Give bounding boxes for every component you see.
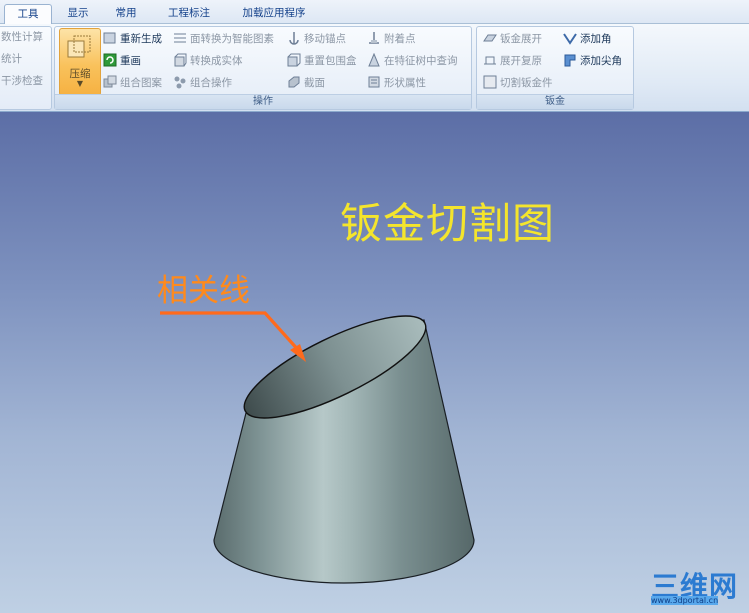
convert-to-solid-label: 转换成实体 — [190, 55, 243, 67]
redraw-label: 重画 — [120, 55, 141, 67]
add-corner-icon — [563, 31, 577, 45]
suppress-icon — [67, 35, 91, 58]
move-anchor-label: 移动锚点 — [304, 33, 346, 45]
sheet-metal-cone-model[interactable] — [0, 112, 749, 613]
combine-operation-label: 组合操作 — [190, 77, 232, 89]
attach-point-label: 附着点 — [384, 33, 416, 45]
shape-properties-button[interactable]: 形状属性 — [367, 74, 426, 92]
sheet-metal-group: 钣金展开 展开复原 切割钣金件 添加角 添加尖角 钣金 — [476, 26, 634, 110]
tab-drawing-annotation[interactable]: 工程标注 — [156, 4, 222, 23]
tree-query-icon — [367, 52, 381, 67]
section-button[interactable]: 截面 — [287, 74, 325, 92]
operations-group-label: 操作 — [55, 94, 471, 109]
convert-to-solid-button[interactable]: 转换成实体 — [173, 52, 243, 70]
combine-operation-button[interactable]: 组合操作 — [173, 74, 232, 92]
sheet-metal-group-label: 钣金 — [477, 94, 633, 109]
interference-check-button[interactable]: 干涉检查 — [1, 72, 43, 90]
redraw-icon — [103, 53, 117, 67]
cut-sheet-metal-button[interactable]: 切割钣金件 — [483, 74, 553, 92]
watermark-logo: 三维网 www.3dportal.cn — [651, 565, 747, 609]
ribbon-panel: 数性计算 统计 干涉检查 压缩 ▼ 重新生成 重画 组合图案 面转换为智能图素 … — [0, 24, 749, 112]
design-viewport[interactable] — [0, 112, 749, 613]
attach-point-button[interactable]: 附着点 — [367, 30, 416, 48]
shape-properties-label: 形状属性 — [384, 77, 426, 89]
operations-group: 压缩 ▼ 重新生成 重画 组合图案 面转换为智能图素 转换成实体 组合操作 移动… — [54, 26, 472, 110]
unfold-restore-button[interactable]: 展开复原 — [483, 52, 542, 70]
cut-sheet-metal-label: 切割钣金件 — [500, 77, 553, 89]
add-corner-button[interactable]: 添加角 — [563, 30, 612, 48]
add-sharp-corner-icon — [563, 53, 577, 67]
combine-pattern-label: 组合图案 — [120, 77, 162, 89]
attach-point-icon — [367, 31, 381, 45]
drawing-title: 钣金切割图 — [340, 199, 556, 248]
section-label: 截面 — [304, 77, 325, 89]
reset-bounding-box-button[interactable]: 重置包围盒 — [287, 52, 357, 70]
ribbon-tab-bar: 工具 显示 常用 工程标注 加载应用程序 — [0, 0, 749, 24]
sheet-unfold-button[interactable]: 钣金展开 — [483, 30, 542, 48]
regenerate-label: 重新生成 — [120, 33, 162, 45]
face-convert-icon — [173, 31, 187, 45]
bounding-box-icon — [287, 53, 301, 67]
restore-icon — [483, 53, 497, 67]
physical-calc-button[interactable]: 数性计算 — [1, 28, 43, 46]
move-anchor-button[interactable]: 移动锚点 — [287, 30, 346, 48]
combine-pattern-icon — [103, 75, 117, 89]
face-to-smart-shape-label: 面转换为智能图素 — [190, 33, 274, 45]
add-corner-label: 添加角 — [580, 33, 612, 45]
convert-solid-icon — [173, 53, 187, 67]
tab-common[interactable]: 常用 — [106, 4, 146, 23]
tab-tools[interactable]: 工具 — [4, 4, 52, 24]
watermark-url: www.3dportal.cn — [651, 596, 719, 605]
tab-display[interactable]: 显示 — [58, 4, 98, 23]
section-icon — [287, 75, 301, 89]
shape-properties-icon — [367, 75, 381, 89]
chevron-down-icon: ▼ — [76, 79, 84, 88]
tab-load-applications[interactable]: 加载应用程序 — [232, 4, 316, 23]
anchor-icon — [287, 31, 301, 45]
sheet-unfold-label: 钣金展开 — [500, 33, 542, 45]
cut-sheet-icon — [483, 75, 497, 89]
analysis-group: 数性计算 统计 干涉检查 — [0, 26, 52, 110]
suppress-button[interactable]: 压缩 ▼ — [59, 28, 101, 96]
add-sharp-corner-button[interactable]: 添加尖角 — [563, 52, 622, 70]
combine-operation-icon — [173, 75, 187, 89]
annotation-label: 相关线 — [157, 273, 250, 309]
face-to-smart-shape-button[interactable]: 面转换为智能图素 — [173, 30, 274, 48]
statistics-button[interactable]: 统计 — [1, 50, 22, 68]
regenerate-button[interactable]: 重新生成 — [103, 30, 162, 48]
query-in-feature-tree-label: 在特征树中查询 — [384, 55, 458, 67]
unfold-icon — [483, 31, 497, 45]
combine-pattern-button[interactable]: 组合图案 — [103, 74, 162, 92]
unfold-restore-label: 展开复原 — [500, 55, 542, 67]
reset-bounding-box-label: 重置包围盒 — [304, 55, 357, 67]
regenerate-icon — [103, 31, 117, 45]
add-sharp-corner-label: 添加尖角 — [580, 55, 622, 67]
redraw-button[interactable]: 重画 — [103, 52, 141, 70]
leader-line — [160, 311, 302, 354]
query-in-feature-tree-button[interactable]: 在特征树中查询 — [367, 52, 458, 70]
